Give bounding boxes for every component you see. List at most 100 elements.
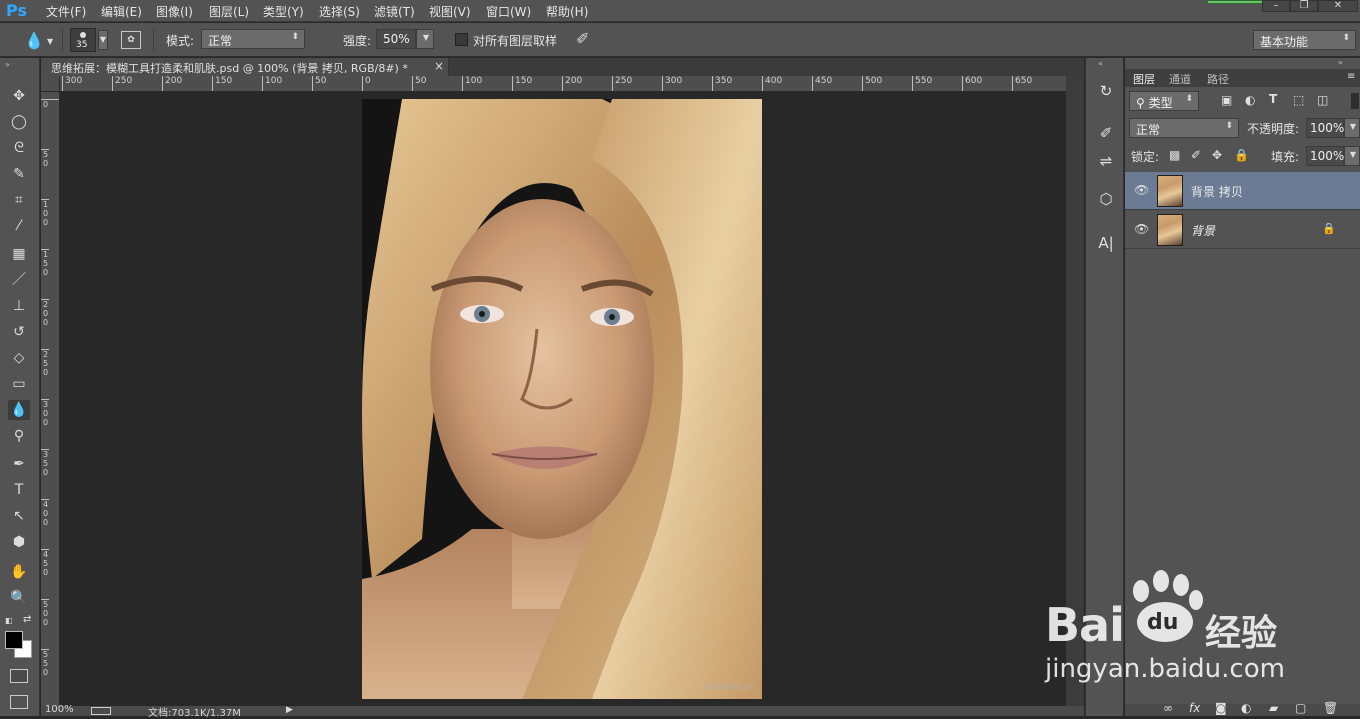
layer-style-icon[interactable]: fx xyxy=(1189,701,1200,715)
horizontal-ruler[interactable]: 300 250 200 150 100 50 0 50 100 150 200 … xyxy=(60,76,1066,92)
blur-drop-icon[interactable]: 💧 xyxy=(24,31,44,50)
spot-healing-tool-icon[interactable]: ▦ xyxy=(8,244,30,264)
pen-tool-icon[interactable]: ✒ xyxy=(8,454,30,474)
restore-button[interactable]: ❐ xyxy=(1290,0,1318,12)
adjustments-panel-icon[interactable]: ⇌ xyxy=(1095,150,1117,172)
brush-tool-icon[interactable]: ／ xyxy=(8,270,30,290)
menu-window[interactable]: 窗口(W) xyxy=(486,3,531,20)
vertical-ruler[interactable]: 0 50 100 150 200 250 300 350 400 450 500… xyxy=(41,92,60,706)
link-layers-icon[interactable]: ∞ xyxy=(1163,701,1173,715)
minimize-button[interactable]: – xyxy=(1262,0,1290,12)
gradient-tool-icon[interactable]: ▭ xyxy=(8,374,30,394)
zoom-level[interactable]: 100% xyxy=(45,704,74,715)
portrait-photo[interactable]: DOOOOR.com xyxy=(362,99,762,699)
layer-row-background[interactable]: 👁 背景 🔒 xyxy=(1125,211,1360,249)
blur-tool-icon[interactable]: 💧 xyxy=(8,400,30,420)
layer-row-background-copy[interactable]: 👁 背景 拷贝 xyxy=(1125,172,1360,210)
screen-mode-icon[interactable] xyxy=(10,695,28,709)
menu-layer[interactable]: 图层(L) xyxy=(209,3,249,20)
new-layer-icon[interactable]: ▢ xyxy=(1295,701,1306,715)
layer-filter-dropdown[interactable]: ⚲ 类型 ⬍ xyxy=(1129,91,1199,111)
lock-position-icon[interactable]: ✥ xyxy=(1212,148,1222,162)
shape-tool-icon[interactable]: ⬢ xyxy=(8,532,30,552)
quick-mask-icon[interactable] xyxy=(10,669,28,683)
adjustment-layer-icon[interactable]: ◐ xyxy=(1241,701,1251,715)
menu-image[interactable]: 图像(I) xyxy=(156,3,193,20)
delete-layer-icon[interactable]: 🗑 xyxy=(1323,701,1338,715)
menu-select[interactable]: 选择(S) xyxy=(319,3,360,20)
default-colors-icon[interactable]: ◧ xyxy=(5,616,13,625)
pressure-brush-icon[interactable]: ✐ xyxy=(576,29,589,48)
layer-name[interactable]: 背景 拷贝 xyxy=(1191,183,1243,200)
dodge-tool-icon[interactable]: ⚲ xyxy=(8,426,30,446)
fill-input[interactable]: 100% xyxy=(1306,146,1344,166)
quick-selection-tool-icon[interactable]: ✎ xyxy=(8,164,30,184)
zoom-tool-icon[interactable]: 🔍 xyxy=(8,588,30,608)
swap-colors-icon[interactable]: ⇄ xyxy=(23,614,31,625)
lock-transparency-icon[interactable]: ▩ xyxy=(1169,148,1180,162)
ruler-origin[interactable] xyxy=(41,76,60,92)
history-panel-icon[interactable]: ↻ xyxy=(1095,80,1117,102)
status-info-icon[interactable] xyxy=(91,707,111,715)
menu-file[interactable]: 文件(F) xyxy=(46,3,86,20)
add-mask-icon[interactable]: ◙ xyxy=(1215,701,1227,715)
move-tool-icon[interactable]: ✥ xyxy=(8,86,30,106)
opacity-input[interactable]: 100% xyxy=(1306,118,1344,138)
filter-shape-icon[interactable]: ⬚ xyxy=(1293,93,1304,107)
path-selection-tool-icon[interactable]: ↖ xyxy=(8,506,30,526)
strength-input[interactable]: 50% xyxy=(376,29,416,49)
type-tool-icon[interactable]: T xyxy=(8,480,30,500)
workspace-dropdown[interactable]: 基本功能 ⬍ xyxy=(1253,30,1356,50)
history-brush-tool-icon[interactable]: ↺ xyxy=(8,322,30,342)
hand-tool-icon[interactable]: ✋ xyxy=(8,562,30,582)
document-canvas[interactable]: DOOOOR.com xyxy=(60,92,1066,706)
tab-channels[interactable]: 通道 xyxy=(1169,71,1191,87)
eye-icon[interactable]: 👁 xyxy=(1134,183,1149,197)
collapse-panel-icon[interactable]: » xyxy=(5,60,10,69)
foreground-color-swatch[interactable] xyxy=(5,631,23,649)
fill-slider-toggle[interactable]: ▼ xyxy=(1344,146,1360,166)
collapse-dock-icon[interactable]: « xyxy=(1098,59,1103,68)
eraser-tool-icon[interactable]: ◇ xyxy=(8,348,30,368)
character-panel-icon[interactable]: A| xyxy=(1095,232,1117,254)
sample-all-layers-checkbox[interactable] xyxy=(455,33,468,46)
brush-picker-arrow-icon[interactable]: ▼ xyxy=(98,30,108,50)
menu-view[interactable]: 视图(V) xyxy=(429,3,471,20)
menu-edit[interactable]: 编辑(E) xyxy=(101,3,142,20)
close-tab-icon[interactable]: × xyxy=(434,59,444,73)
mode-dropdown[interactable]: 正常 ⬍ xyxy=(201,29,305,49)
brush-panel-toggle-icon[interactable]: ✿ xyxy=(121,31,141,49)
blend-mode-dropdown[interactable]: 正常 ⬍ xyxy=(1129,118,1239,138)
filter-pixel-icon[interactable]: ▣ xyxy=(1221,93,1232,107)
tab-paths[interactable]: 路径 xyxy=(1207,71,1229,87)
brush-panel-icon[interactable]: ✐ xyxy=(1095,122,1117,144)
eye-icon[interactable]: 👁 xyxy=(1134,222,1149,236)
tab-layers[interactable]: 图层 xyxy=(1133,71,1155,87)
strength-slider-toggle[interactable]: ▼ xyxy=(416,29,434,49)
clone-stamp-tool-icon[interactable]: ⊥ xyxy=(8,296,30,316)
3d-panel-icon[interactable]: ⬡ xyxy=(1095,188,1117,210)
panel-menu-icon[interactable]: ≡ xyxy=(1347,71,1355,82)
filter-toggle-switch[interactable] xyxy=(1351,93,1359,109)
menu-filter[interactable]: 滤镜(T) xyxy=(374,3,415,20)
crop-tool-icon[interactable]: ⌗ xyxy=(8,190,30,210)
tool-preset-arrow-icon[interactable]: ▼ xyxy=(47,37,53,46)
filter-smart-object-icon[interactable]: ◫ xyxy=(1317,93,1328,107)
menu-type[interactable]: 类型(Y) xyxy=(263,3,304,20)
document-tab[interactable]: 思维拓展：模糊工具打造柔和肌肤.psd @ 100% (背景 拷贝, RGB/8… xyxy=(41,58,449,76)
status-menu-arrow-icon[interactable]: ▶ xyxy=(286,705,293,715)
lasso-tool-icon[interactable]: ᘓ xyxy=(8,138,30,158)
opacity-slider-toggle[interactable]: ▼ xyxy=(1344,118,1360,138)
lock-all-icon[interactable]: 🔒 xyxy=(1234,148,1249,162)
lock-image-pixels-icon[interactable]: ✐ xyxy=(1191,148,1201,162)
menu-help[interactable]: 帮助(H) xyxy=(546,3,588,20)
eyedropper-tool-icon[interactable]: ⁄ xyxy=(8,216,30,236)
filter-adjustment-icon[interactable]: ◐ xyxy=(1245,93,1255,107)
close-window-button[interactable]: ✕ xyxy=(1318,0,1358,12)
brush-preset-picker[interactable]: 35 xyxy=(70,28,96,52)
collapse-panel-icon[interactable]: » xyxy=(1338,58,1343,67)
new-group-icon[interactable]: ▰ xyxy=(1269,701,1278,715)
filter-type-icon[interactable]: T xyxy=(1269,92,1277,106)
layer-name[interactable]: 背景 xyxy=(1191,222,1215,239)
elliptical-marquee-tool-icon[interactable]: ◯ xyxy=(8,112,30,132)
